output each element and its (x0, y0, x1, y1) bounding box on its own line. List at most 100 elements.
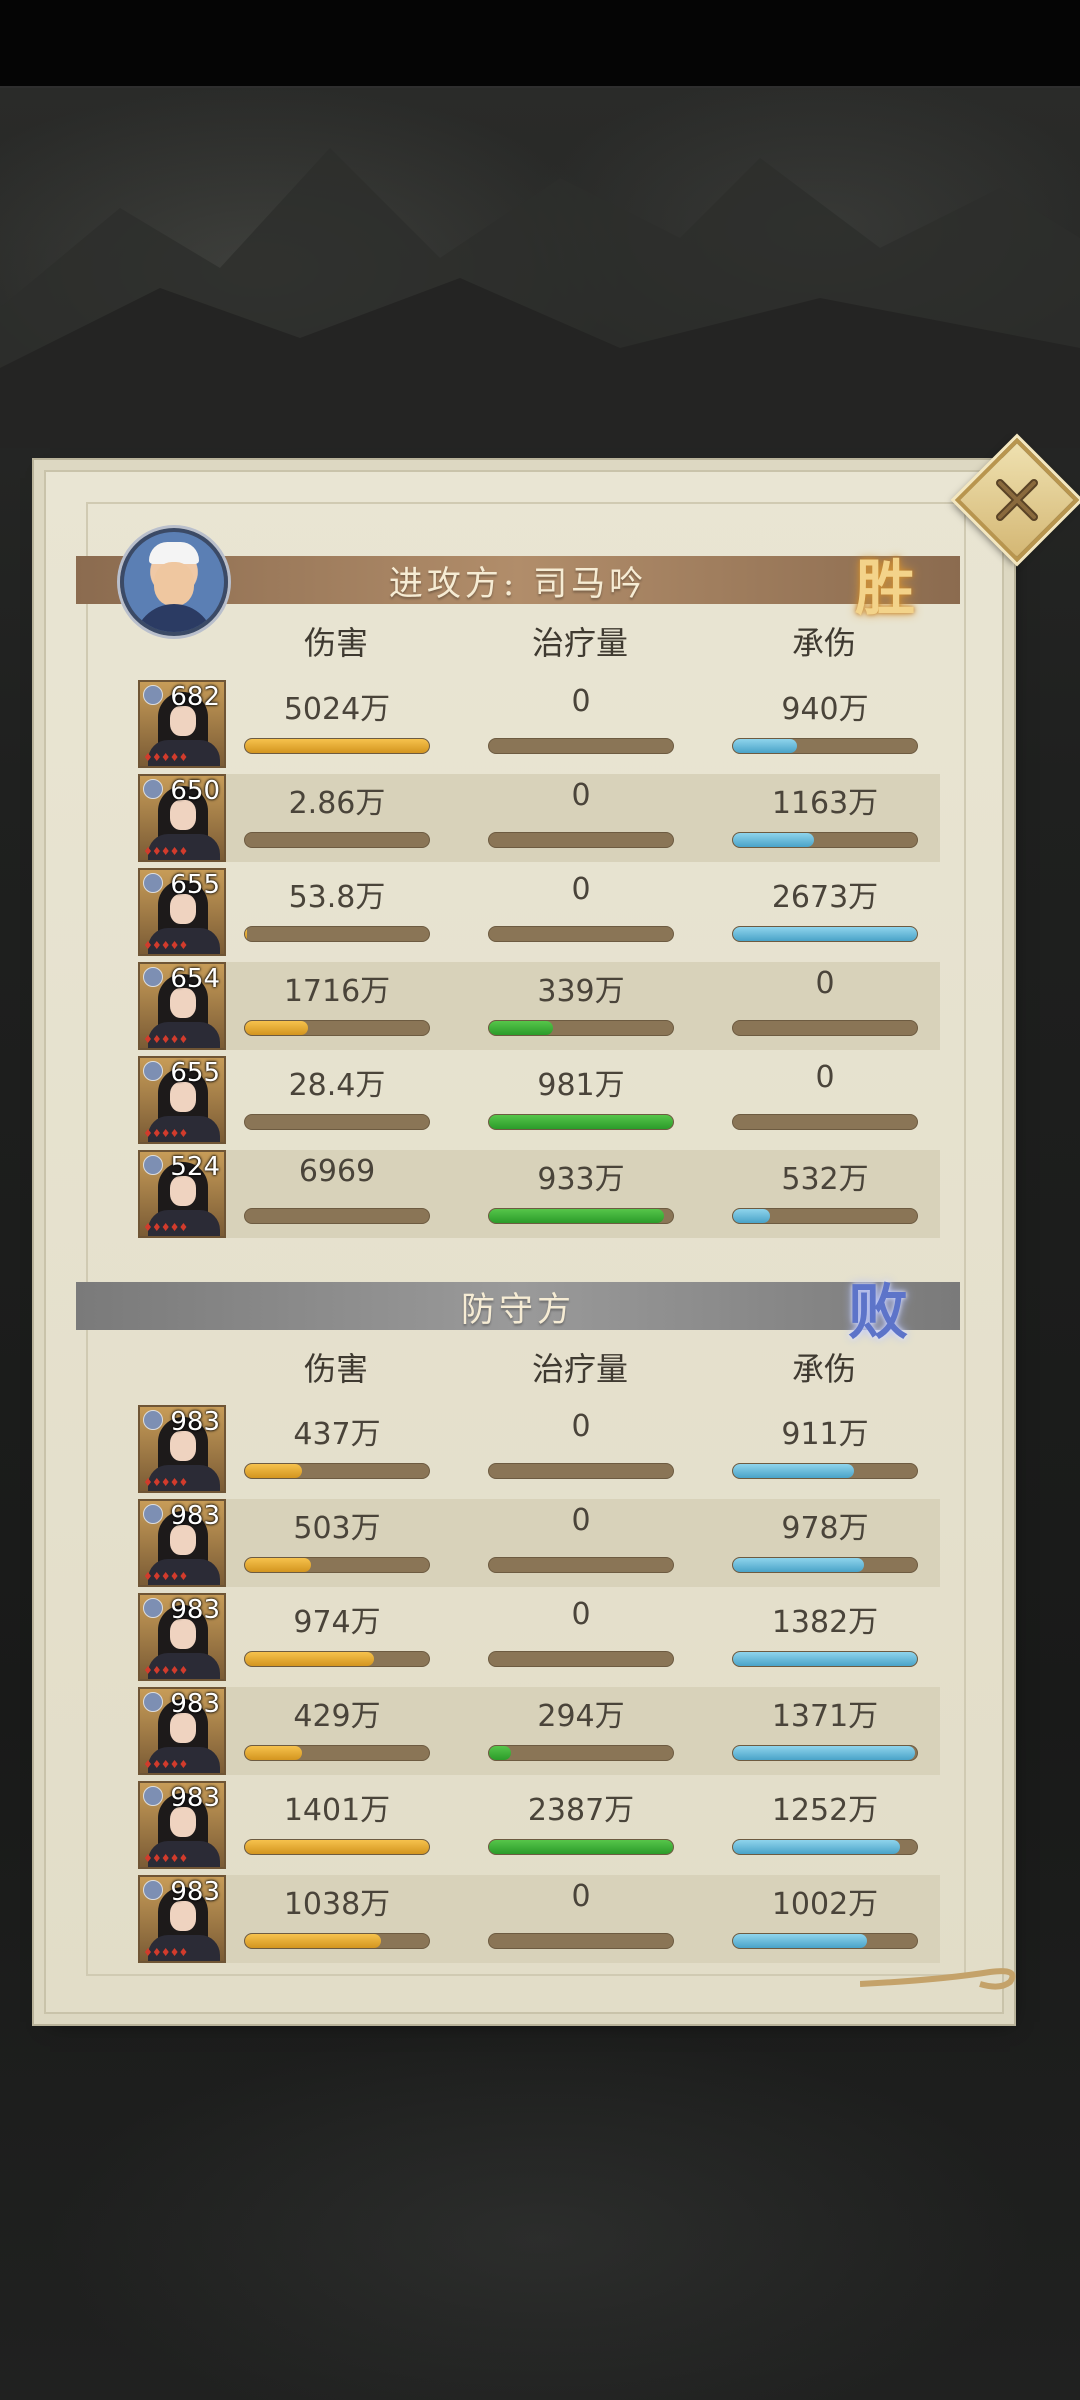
defender-col-damage: 伤害 (303, 1350, 368, 1388)
stat-heal: 294万 (488, 1691, 674, 1761)
star-rank-icon: ♦♦♦♦♦ (143, 1033, 188, 1046)
heal-bar (488, 1114, 674, 1130)
hero-portrait[interactable]: ♦♦♦♦♦ 983 (138, 1405, 226, 1493)
star-rank-icon: ♦♦♦♦♦ (143, 1221, 188, 1234)
heal-bar-fill (489, 1840, 673, 1854)
hero-portrait[interactable]: ♦♦♦♦♦ 655 (138, 1056, 226, 1144)
hero-portrait[interactable]: ♦♦♦♦♦ 983 (138, 1875, 226, 1963)
heal-value: 0 (571, 1597, 591, 1632)
hero-portrait[interactable]: ♦♦♦♦♦ 983 (138, 1687, 226, 1775)
hero-portrait[interactable]: ♦♦♦♦♦ 983 (138, 1781, 226, 1869)
hero-level: 983 (170, 1877, 220, 1907)
damage-bar-fill (245, 1840, 429, 1854)
taken-bar (732, 1557, 918, 1573)
defender-col-heal: 治疗量 (531, 1350, 628, 1388)
heal-bar (488, 1208, 674, 1224)
status-bar (0, 0, 1080, 88)
damage-value: 5024万 (283, 692, 391, 727)
defender-hero-row: ♦♦♦♦♦ 983 1401万 2387万 1252万 (138, 1781, 940, 1869)
star-rank-icon: ♦♦♦♦♦ (143, 1127, 188, 1140)
taken-bar (732, 1020, 918, 1036)
taken-bar (732, 1463, 918, 1479)
stat-heal: 0 (488, 872, 674, 942)
star-rank-icon: ♦♦♦♦♦ (143, 845, 188, 858)
damage-bar-fill (245, 739, 429, 753)
damage-bar (244, 1557, 430, 1573)
damage-bar (244, 832, 430, 848)
star-rank-icon: ♦♦♦♦♦ (143, 1758, 188, 1771)
taken-value: 532万 (781, 1162, 869, 1197)
faction-icon (143, 1880, 163, 1900)
hero-level: 524 (170, 1152, 220, 1182)
heal-value: 0 (571, 778, 591, 813)
stat-damage: 503万 (244, 1503, 430, 1573)
heal-value: 2387万 (527, 1793, 635, 1828)
damage-value: 28.4万 (288, 1068, 386, 1103)
stat-heal: 0 (488, 1597, 674, 1667)
attacker-hero-row: ♦♦♦♦♦ 682 5024万 0 940万 (138, 680, 940, 768)
stat-taken: 940万 (732, 684, 918, 754)
taken-bar-fill (733, 927, 917, 941)
heal-value: 0 (571, 872, 591, 907)
taken-value: 1002万 (771, 1887, 879, 1922)
star-rank-icon: ♦♦♦♦♦ (143, 1852, 188, 1865)
stat-damage: 1038万 (244, 1879, 430, 1949)
stat-heal: 933万 (488, 1154, 674, 1224)
damage-bar-fill (245, 1934, 382, 1948)
stat-heal: 2387万 (488, 1785, 674, 1855)
damage-bar (244, 1839, 430, 1855)
damage-value: 503万 (293, 1511, 381, 1546)
commander-avatar[interactable] (120, 528, 228, 636)
heal-bar (488, 1651, 674, 1667)
star-rank-icon: ♦♦♦♦♦ (143, 751, 188, 764)
taken-value: 1252万 (771, 1793, 879, 1828)
taken-bar-fill (733, 833, 814, 847)
damage-bar (244, 738, 430, 754)
attacker-hero-row: ♦♦♦♦♦ 655 53.8万 0 2673万 (138, 868, 940, 956)
heal-bar (488, 1839, 674, 1855)
heal-bar (488, 1557, 674, 1573)
heal-bar-fill (489, 1209, 664, 1223)
stat-heal: 0 (488, 1503, 674, 1573)
star-rank-icon: ♦♦♦♦♦ (143, 939, 188, 952)
faction-icon (143, 1786, 163, 1806)
hero-portrait[interactable]: ♦♦♦♦♦ 983 (138, 1499, 226, 1587)
heal-bar-fill (489, 1746, 512, 1760)
attacker-col-damage: 伤害 (303, 624, 368, 662)
attacker-title: 进攻方: 司马吟 (388, 563, 648, 604)
faction-icon (143, 1410, 163, 1430)
heal-value: 294万 (537, 1699, 625, 1734)
hero-portrait[interactable]: ♦♦♦♦♦ 682 (138, 680, 226, 768)
damage-bar-fill (245, 927, 247, 941)
hero-level: 682 (170, 682, 220, 712)
hero-portrait[interactable]: ♦♦♦♦♦ 654 (138, 962, 226, 1050)
scroll-rod-decoration (860, 1968, 1016, 1990)
faction-icon (143, 685, 163, 705)
defender-hero-row: ♦♦♦♦♦ 983 429万 294万 1371万 (138, 1687, 940, 1775)
taken-value: 978万 (781, 1511, 869, 1546)
stat-damage: 6969 (244, 1154, 430, 1224)
stat-damage: 1401万 (244, 1785, 430, 1855)
heal-bar (488, 738, 674, 754)
star-rank-icon: ♦♦♦♦♦ (143, 1476, 188, 1489)
heal-value: 933万 (537, 1162, 625, 1197)
attacker-hero-row: ♦♦♦♦♦ 524 6969 933万 532万 (138, 1150, 940, 1238)
hero-portrait[interactable]: ♦♦♦♦♦ 650 (138, 774, 226, 862)
heal-bar (488, 1745, 674, 1761)
damage-value: 1716万 (283, 974, 391, 1009)
mountain-silhouette (0, 148, 1080, 448)
heal-value: 981万 (537, 1068, 625, 1103)
damage-bar (244, 1933, 430, 1949)
heal-value: 0 (571, 1879, 591, 1914)
defender-banner: 防守方 (76, 1282, 960, 1330)
heal-bar-fill (489, 1115, 673, 1129)
stat-taken: 1371万 (732, 1691, 918, 1761)
hero-level: 655 (170, 870, 220, 900)
taken-value: 1371万 (771, 1699, 879, 1734)
hero-portrait[interactable]: ♦♦♦♦♦ 524 (138, 1150, 226, 1238)
taken-bar (732, 926, 918, 942)
faction-icon (143, 1061, 163, 1081)
hero-portrait[interactable]: ♦♦♦♦♦ 983 (138, 1593, 226, 1681)
damage-bar-fill (245, 1746, 303, 1760)
hero-portrait[interactable]: ♦♦♦♦♦ 655 (138, 868, 226, 956)
